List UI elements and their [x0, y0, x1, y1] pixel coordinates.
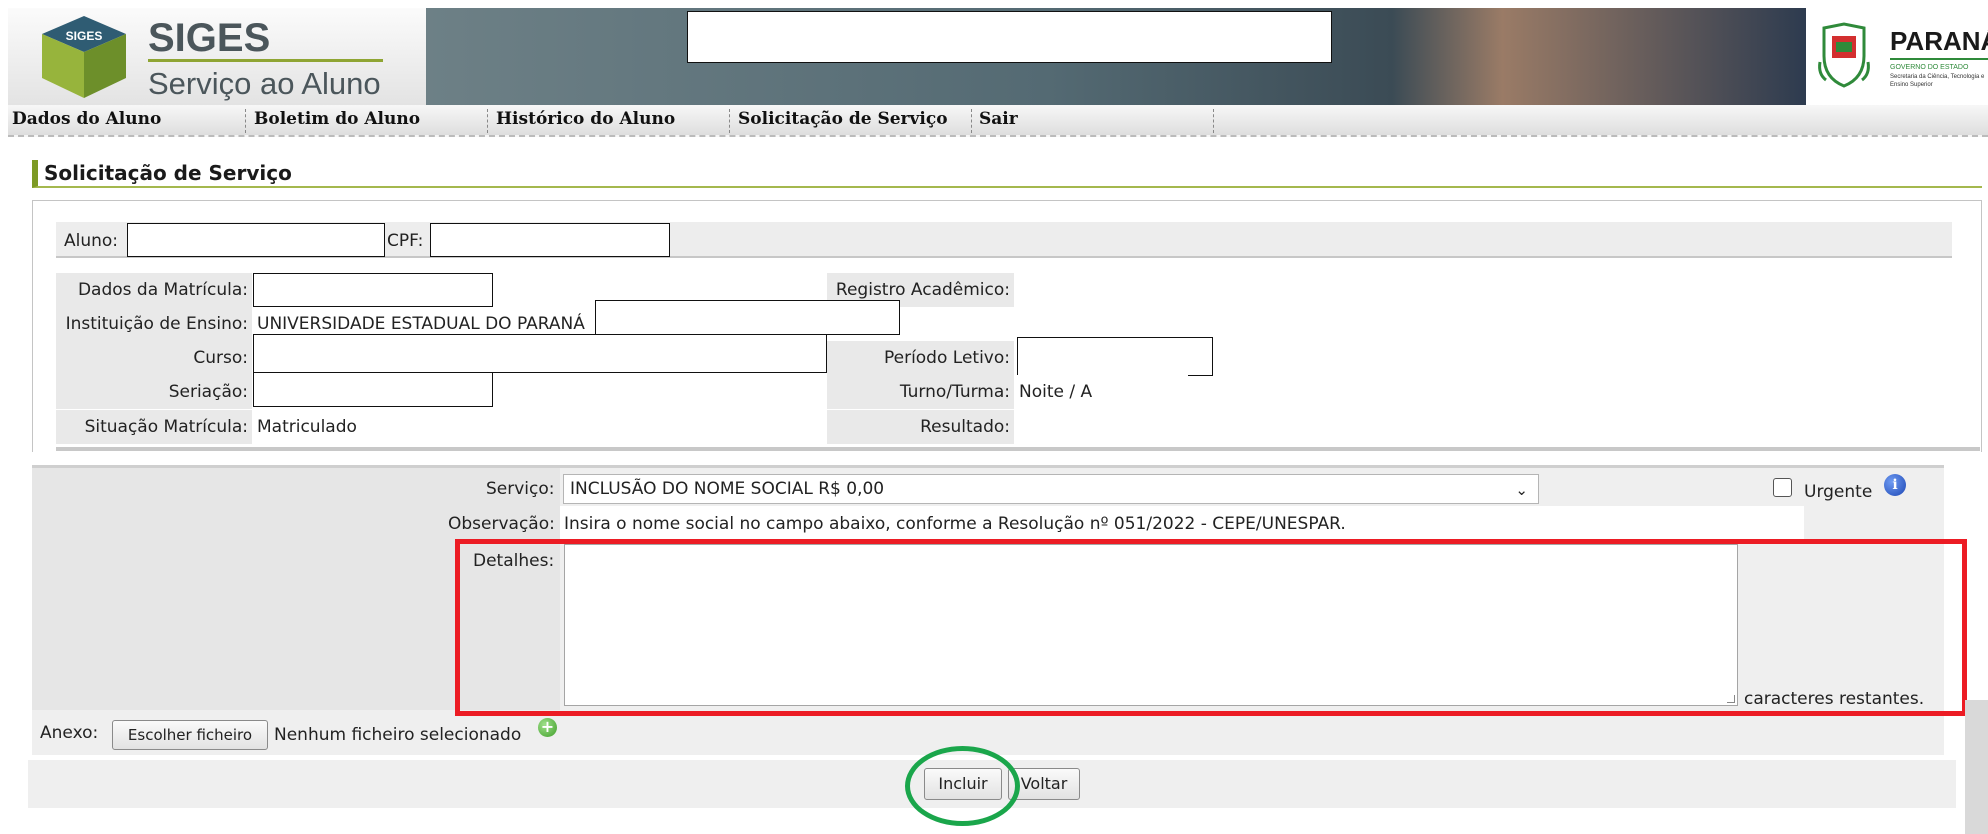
- page-title: Solicitação de Serviço: [44, 161, 292, 185]
- nav-separator: [729, 109, 730, 133]
- resultado-value: [1015, 410, 1188, 444]
- incluir-highlight-oval: [905, 746, 1020, 826]
- student-header-row: Aluno: CPF:: [56, 222, 1952, 258]
- nav-separator: [971, 109, 972, 133]
- servico-label-cell: [32, 468, 560, 506]
- instituicao-label: Instituição de Ensino:: [56, 307, 252, 341]
- seriacao-redacted: [253, 372, 493, 407]
- no-file-label: Nenhum ficheiro selecionado: [274, 725, 522, 745]
- urgente-checkbox[interactable]: [1773, 478, 1792, 497]
- cube-logo-icon: SIGES: [42, 16, 126, 98]
- state-secretariat: Secretaria da Ciência, Tecnologia e Ensi…: [1890, 74, 1985, 88]
- cube-label: SIGES: [66, 29, 103, 43]
- curso-label: Curso:: [56, 341, 252, 375]
- state-subtitle: GOVERNO DO ESTADO: [1890, 64, 1969, 71]
- urgente-label: Urgente: [1804, 482, 1873, 502]
- resultado-label: Resultado:: [827, 410, 1014, 444]
- chevron-down-icon: ⌄: [1515, 481, 1528, 499]
- state-name: PARANÁ: [1890, 26, 1988, 56]
- servico-select[interactable]: INCLUSÃO DO NOME SOCIAL R$ 0,00 ⌄: [563, 474, 1539, 504]
- choose-file-button[interactable]: Escolher ficheiro: [112, 720, 268, 750]
- servico-label: Serviço:: [486, 479, 555, 499]
- servico-selected-value: INCLUSÃO DO NOME SOCIAL R$ 0,00: [570, 479, 885, 499]
- header-search-box[interactable]: [687, 11, 1332, 63]
- nav-separator: [487, 109, 488, 133]
- registro-academico-value: [1015, 273, 1188, 307]
- periodo-letivo-label: Período Letivo:: [827, 341, 1014, 375]
- turno-turma-label: Turno/Turma:: [827, 375, 1014, 409]
- nav-separator: [1213, 109, 1214, 133]
- aluno-value-redacted: [127, 223, 385, 257]
- main-nav: Dados do Aluno Boletim do Aluno Históric…: [8, 105, 1988, 137]
- siges-logo: SIGES SIGES Serviço ao Aluno: [8, 8, 426, 105]
- parana-logo: PARANÁ GOVERNO DO ESTADO Secretaria da C…: [1806, 8, 1988, 105]
- page-title-bar: Solicitação de Serviço: [32, 160, 1982, 188]
- turno-turma-value: Noite / A: [1015, 375, 1188, 409]
- curso-redacted: [253, 334, 827, 373]
- brand-divider: [148, 59, 383, 62]
- nav-sair[interactable]: Sair: [979, 109, 1018, 129]
- instituicao-redacted: [595, 300, 900, 335]
- nav-boletim-aluno[interactable]: Boletim do Aluno: [254, 109, 420, 129]
- periodo-letivo-redacted: [1017, 337, 1213, 376]
- brand-subtitle: Serviço ao Aluno: [148, 66, 381, 101]
- dados-matricula-redacted: [253, 273, 493, 307]
- detalhes-highlight-box: [455, 539, 1967, 716]
- anexo-label: Anexo:: [40, 723, 99, 743]
- observacao-text: Insira o nome social no campo abaixo, co…: [564, 514, 1346, 534]
- situacao-matricula-label: Situação Matrícula:: [56, 410, 252, 444]
- nav-dados-aluno[interactable]: Dados do Aluno: [12, 109, 161, 129]
- add-attachment-icon[interactable]: +: [538, 718, 557, 737]
- scrollbar[interactable]: [1965, 700, 1988, 834]
- aluno-label: Aluno:: [64, 231, 119, 251]
- brand-title: SIGES: [148, 16, 271, 60]
- observacao-label: Observação:: [448, 514, 555, 534]
- nav-solicitacao-servico[interactable]: Solicitação de Serviço: [738, 109, 948, 129]
- situacao-matricula-value: Matriculado: [253, 410, 825, 444]
- crest-icon: [1818, 22, 1870, 88]
- cpf-value-redacted: [430, 223, 670, 257]
- nav-historico-aluno[interactable]: Histórico do Aluno: [496, 109, 675, 129]
- seriacao-label: Seriação:: [56, 375, 252, 409]
- section-divider: [56, 447, 1980, 451]
- nav-separator: [245, 109, 246, 133]
- cpf-label: CPF:: [387, 231, 424, 251]
- state-divider: [1890, 58, 1988, 60]
- dados-matricula-label: Dados da Matrícula:: [56, 273, 252, 307]
- info-icon[interactable]: i: [1884, 474, 1906, 496]
